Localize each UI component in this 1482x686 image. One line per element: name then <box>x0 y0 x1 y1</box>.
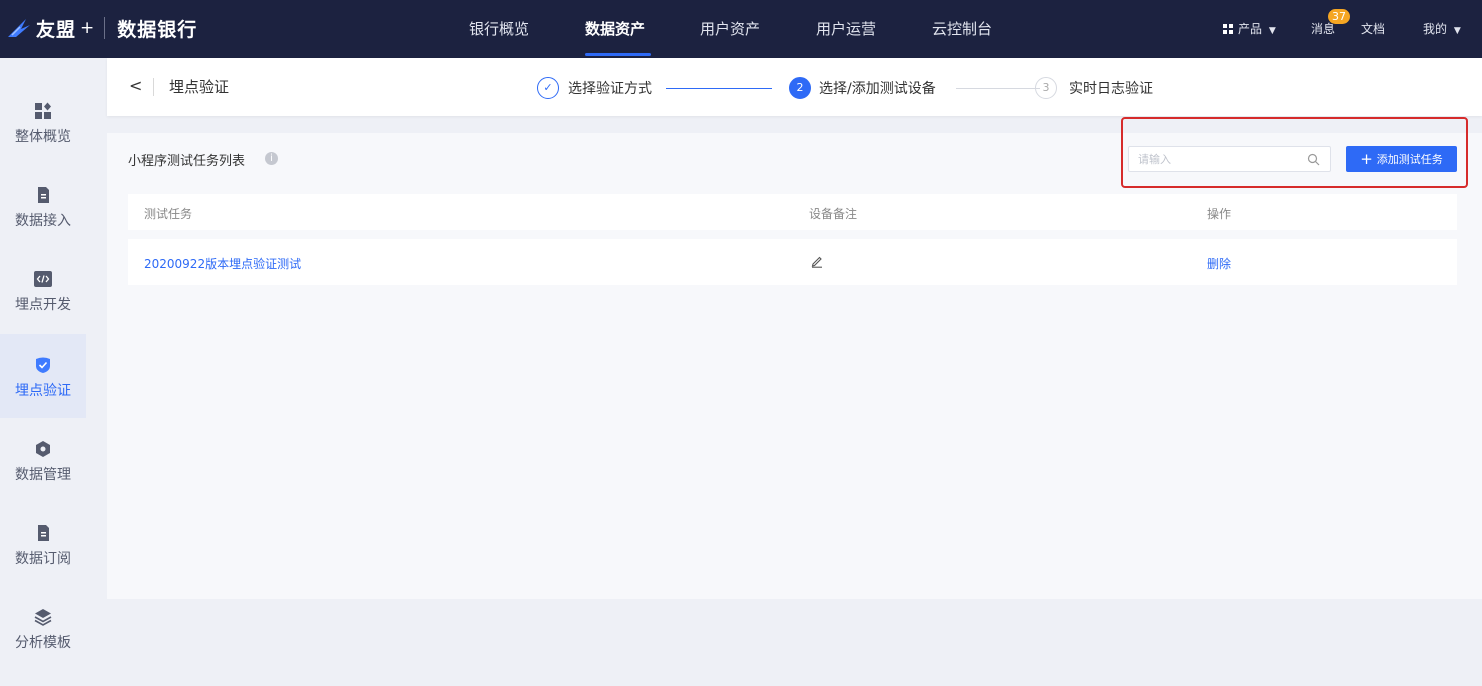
document-icon <box>38 187 49 203</box>
sidebar: 整体概览 数据接入 埋点开发 埋点验证 数据管理 数据订阅 分析模板 <box>0 58 86 686</box>
docs-label: 文档 <box>1361 22 1386 36</box>
step-connector <box>666 88 772 89</box>
task-name-link[interactable]: 20200922版本埋点验证测试 <box>144 255 301 272</box>
step-1-check-icon: ✓ <box>537 77 559 99</box>
step-2-label: 选择/添加测试设备 <box>819 81 936 97</box>
back-button[interactable]: < <box>129 76 142 95</box>
chevron-down-icon: ▼ <box>1453 26 1461 36</box>
nav-user-operations[interactable]: 用户运营 <box>816 0 876 58</box>
column-header-task: 测试任务 <box>144 207 193 221</box>
top-navigation-bar: 友盟 + 数据银行 银行概览 数据资产 用户资产 用户运营 云控制台 产品 ▼ … <box>0 0 1482 58</box>
step-2-number: 2 <box>789 77 811 99</box>
brand-plus: + <box>80 18 95 38</box>
sidebar-item-label: 数据订阅 <box>15 551 71 567</box>
user-menu-label: 我的 <box>1423 22 1448 36</box>
document-icon <box>38 525 49 541</box>
header-divider <box>153 78 154 96</box>
nav-cloud-console[interactable]: 云控制台 <box>932 0 992 58</box>
sidebar-item-label: 整体概览 <box>15 129 71 145</box>
sidebar-item-data-access[interactable]: 数据接入 <box>0 164 86 248</box>
page-header: < 埋点验证 ✓ 选择验证方式 2 选择/添加测试设备 3 实时日志验证 <box>107 58 1482 116</box>
card-title: 小程序测试任务列表 <box>128 154 246 169</box>
products-label: 产品 <box>1238 22 1263 36</box>
code-icon <box>34 271 52 287</box>
info-icon[interactable]: i <box>265 152 278 165</box>
nav-bank-overview[interactable]: 银行概览 <box>469 0 529 58</box>
highlight-annotation-box <box>1121 117 1468 188</box>
products-menu[interactable]: 产品 ▼ <box>1223 0 1276 58</box>
brand-name: 友盟 <box>36 18 77 41</box>
messages-label: 消息 <box>1311 22 1336 36</box>
page-title: 埋点验证 <box>169 78 230 96</box>
table-row: 20200922版本埋点验证测试 删除 <box>128 239 1457 285</box>
step-3-number: 3 <box>1035 77 1057 99</box>
table-header: 测试任务 设备备注 操作 <box>128 194 1457 230</box>
sidebar-item-analysis-templates[interactable]: 分析模板 <box>0 586 86 670</box>
step-3-label: 实时日志验证 <box>1069 81 1153 97</box>
sidebar-item-label: 埋点验证 <box>15 383 71 399</box>
nav-data-assets[interactable]: 数据资产 <box>585 0 645 58</box>
sidebar-item-label: 分析模板 <box>15 635 71 651</box>
step-connector <box>956 88 1040 89</box>
step-1-label: 选择验证方式 <box>568 81 652 97</box>
column-header-note: 设备备注 <box>809 207 858 221</box>
active-nav-indicator <box>585 53 651 56</box>
column-header-action: 操作 <box>1207 207 1232 221</box>
sidebar-item-overview[interactable]: 整体概览 <box>0 80 86 164</box>
sidebar-item-label: 数据接入 <box>15 213 71 229</box>
sidebar-item-tracking-verify[interactable]: 埋点验证 <box>0 334 86 418</box>
logo-divider <box>104 17 106 39</box>
logo[interactable]: 友盟 + 数据银行 <box>6 13 197 43</box>
sidebar-item-label: 数据管理 <box>15 467 71 483</box>
test-task-card: 小程序测试任务列表 i +添加测试任务 测试任务 设备备注 操作 2020092… <box>107 133 1482 599</box>
sidebar-item-label: 埋点开发 <box>15 297 71 313</box>
grid-icon <box>1223 24 1233 34</box>
edit-pencil-icon[interactable] <box>810 254 824 268</box>
sidebar-item-tracking-dev[interactable]: 埋点开发 <box>0 248 86 332</box>
nav-user-assets[interactable]: 用户资产 <box>700 0 760 58</box>
user-menu[interactable]: 我的 ▼ <box>1423 0 1461 58</box>
layers-icon <box>34 609 52 626</box>
delete-link[interactable]: 删除 <box>1207 255 1231 272</box>
chevron-down-icon: ▼ <box>1268 26 1276 36</box>
docs-link[interactable]: 文档 <box>1361 0 1385 58</box>
hexagon-icon <box>36 441 50 457</box>
message-count-badge: 37 <box>1328 9 1350 24</box>
dashboard-icon <box>35 102 51 119</box>
sidebar-item-data-management[interactable]: 数据管理 <box>0 418 86 502</box>
app-name: 数据银行 <box>117 18 198 41</box>
sidebar-item-data-subscription[interactable]: 数据订阅 <box>0 502 86 586</box>
shield-check-icon <box>36 357 50 373</box>
bird-logo-icon <box>8 19 30 37</box>
